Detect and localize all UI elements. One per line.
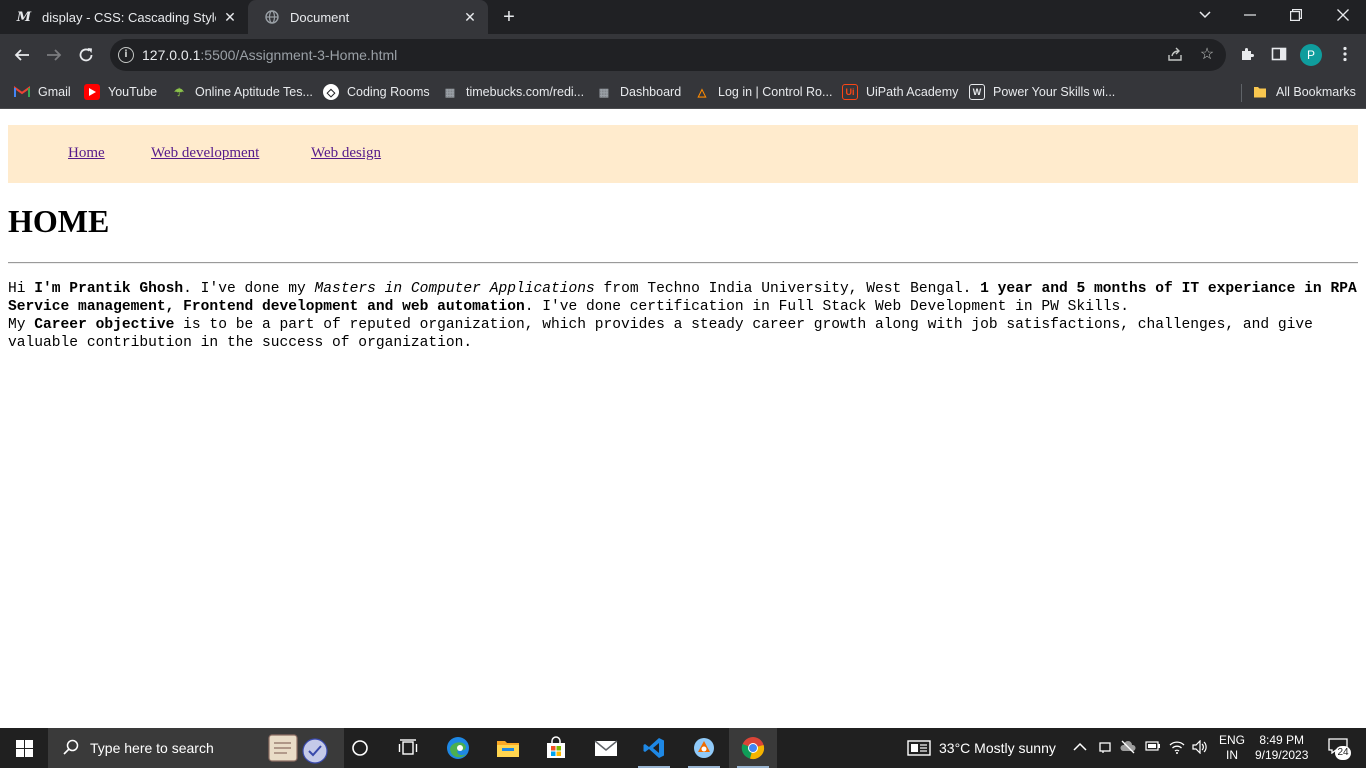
site-info-icon[interactable]: i: [118, 47, 134, 63]
tab-title: display - CSS: Cascading Style Sh: [42, 9, 216, 25]
controlroom-icon: △: [697, 86, 707, 99]
gmail-icon: [14, 84, 30, 100]
meet-now-icon[interactable]: [1097, 740, 1113, 756]
clock[interactable]: 8:49 PM 9/19/2023: [1255, 728, 1308, 768]
tab-strip: M display - CSS: Cascading Style Sh ✕ Do…: [0, 0, 1366, 34]
intro-paragraph: Hi I'm Prantik Ghosh. I've done my Maste…: [8, 281, 1357, 315]
uipath-studio-icon[interactable]: [680, 728, 728, 768]
minimize-button[interactable]: [1227, 0, 1273, 30]
bookmark-gmail[interactable]: Gmail: [14, 82, 71, 102]
browser-chrome: M display - CSS: Cascading Style Sh ✕ Do…: [0, 0, 1366, 109]
mdn-icon: M: [16, 9, 32, 25]
timebucks-icon: ▦: [444, 86, 456, 99]
chevron-up-icon[interactable]: [1072, 740, 1088, 756]
edge-icon[interactable]: [434, 728, 482, 768]
all-bookmarks[interactable]: All Bookmarks: [1252, 82, 1356, 102]
mail-icon[interactable]: [582, 728, 630, 768]
extensions-icon[interactable]: [1238, 46, 1256, 64]
pwskills-icon: W: [969, 84, 985, 100]
bookmarks-bar: Gmail YouTube ☂ Online Aptitude Tes... ◇ C…: [0, 76, 1366, 109]
bookmark-uipath[interactable]: Ui UiPath Academy: [842, 82, 958, 102]
bookmarks-divider: [1241, 84, 1242, 102]
battery-icon[interactable]: [1145, 740, 1161, 756]
close-icon[interactable]: ✕: [222, 9, 238, 25]
nav-link-web-development[interactable]: Web development: [151, 145, 259, 162]
forward-button[interactable]: [41, 42, 67, 68]
nav-link-web-design[interactable]: Web design: [311, 145, 381, 162]
tab-title: Document: [290, 9, 350, 25]
microsoft-store-icon[interactable]: [532, 728, 580, 768]
codingrooms-icon: ◇: [323, 84, 339, 100]
bookmark-star-icon[interactable]: ☆: [1198, 44, 1216, 63]
site-nav: Home Web development Web design: [8, 125, 1358, 183]
notifications-icon[interactable]: 24: [1325, 738, 1351, 760]
search-icon: [62, 739, 80, 757]
search-highlight-icon[interactable]: [262, 728, 334, 768]
page-viewport: Home Web development Web design HOME Hi …: [0, 109, 1366, 728]
chrome-taskbar-icon[interactable]: [729, 728, 777, 768]
bookmark-timebucks[interactable]: ▦ timebucks.com/redi...: [442, 82, 584, 102]
weather-text[interactable]: 33°C Mostly sunny: [939, 728, 1056, 768]
search-placeholder: Type here to search: [90, 740, 214, 756]
close-icon[interactable]: ✕: [462, 9, 478, 25]
folder-icon: [1252, 84, 1268, 100]
file-explorer-icon[interactable]: [484, 728, 532, 768]
weather-news-icon[interactable]: [907, 740, 931, 756]
vscode-icon[interactable]: [630, 728, 678, 768]
youtube-icon: [84, 84, 100, 100]
cloud-offline-icon[interactable]: [1120, 740, 1136, 756]
language-indicator[interactable]: ENG IN: [1219, 728, 1245, 768]
windows-start-button[interactable]: [0, 728, 48, 768]
notification-count: 24: [1335, 746, 1351, 760]
address-bar[interactable]: i 127.0.0.1:5500/Assignment-3-Home.html …: [110, 39, 1226, 71]
uipath-icon: Ui: [842, 84, 858, 100]
bookmark-coding-rooms[interactable]: ◇ Coding Rooms: [323, 82, 430, 102]
menu-kebab-icon[interactable]: [1336, 46, 1354, 64]
bookmark-dashboard[interactable]: ▦ Dashboard: [596, 82, 681, 102]
close-window-button[interactable]: [1320, 0, 1366, 30]
volume-icon[interactable]: [1192, 739, 1208, 756]
intro-text: Hi I'm Prantik Ghosh. I've done my Maste…: [8, 280, 1360, 352]
tab-search-chevron-icon[interactable]: [1182, 0, 1228, 30]
reload-button[interactable]: [73, 42, 99, 68]
divider: [8, 262, 1358, 264]
taskbar: Type here to search 33°C Mostly sunny EN…: [0, 728, 1366, 768]
bookmark-youtube[interactable]: YouTube: [84, 82, 157, 102]
bookmark-pwskills[interactable]: W Power Your Skills wi...: [969, 82, 1115, 102]
globe-icon: [264, 9, 280, 25]
nav-link-home[interactable]: Home: [68, 145, 105, 162]
wifi-icon[interactable]: [1169, 740, 1185, 756]
cortana-icon[interactable]: [336, 728, 384, 768]
bookmark-aptitude[interactable]: ☂ Online Aptitude Tes...: [171, 82, 313, 102]
aptitude-icon: ☂: [174, 86, 184, 99]
tab-document[interactable]: Document ✕: [248, 0, 488, 34]
page-title: HOME: [8, 203, 110, 239]
profile-avatar[interactable]: P: [1300, 44, 1322, 66]
browser-toolbar: i 127.0.0.1:5500/Assignment-3-Home.html …: [0, 34, 1366, 76]
windows-logo-icon: [15, 739, 33, 757]
dashboard-icon: ▦: [598, 86, 610, 99]
task-view-icon[interactable]: [384, 728, 432, 768]
objective-paragraph: My Career objective is to be a part of r…: [8, 317, 1313, 351]
back-button[interactable]: [9, 42, 35, 68]
restore-button[interactable]: [1273, 0, 1319, 30]
side-panel-icon[interactable]: [1270, 46, 1288, 64]
tab-mdn[interactable]: M display - CSS: Cascading Style Sh ✕: [0, 0, 248, 34]
new-tab-button[interactable]: +: [498, 6, 520, 28]
url-text: 127.0.0.1:5500/Assignment-3-Home.html: [142, 47, 398, 63]
share-icon[interactable]: [1166, 46, 1184, 64]
bookmark-control-room[interactable]: △ Log in | Control Ro...: [694, 82, 833, 102]
